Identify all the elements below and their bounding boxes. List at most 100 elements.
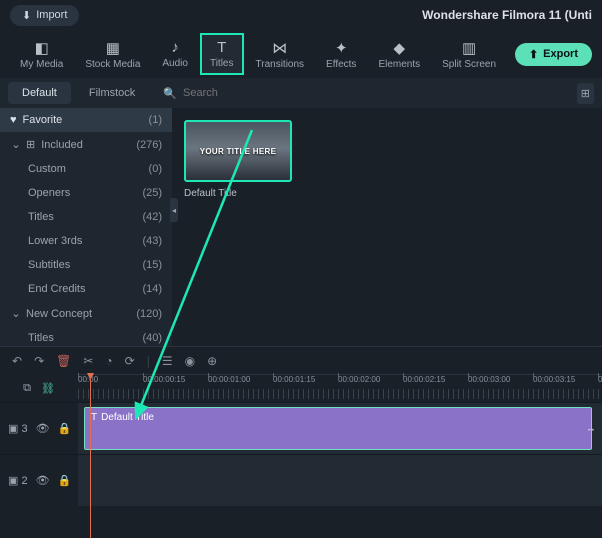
sidebar-count: (15) [142,259,162,271]
nav-icon: ⋈ [272,39,287,57]
title-thumbnail[interactable]: YOUR TITLE HERE [184,120,292,182]
export-icon: ⬆ [529,48,538,61]
subtab-default[interactable]: Default [8,82,71,104]
tick: 00:00:01:15 [273,375,315,384]
nav-label: Audio [162,58,188,69]
clip-label: Default Title [101,412,154,423]
tick: 00:00:04:00 [598,375,602,384]
track-body[interactable]: T Default Title ↔ [78,403,602,454]
ruler-left: ⧉ ⛓ [0,374,78,402]
chevron-down-icon: ⌄ [10,307,22,320]
sidebar-count: (1) [149,114,162,126]
timeline-toolbar: ↶ ↷ 🗑 ✂ ◔ ⟳ | ☰ ◉ ⊕ [0,346,602,374]
sidebar-count: (0) [149,163,162,175]
subtab-filmstock[interactable]: Filmstock [75,82,149,104]
track-body[interactable] [78,455,602,506]
nav-split-screen[interactable]: ▥ Split Screen [432,33,506,76]
trash-icon[interactable]: 🗑 [56,354,71,368]
tick: 00:00:00:15 [143,375,185,384]
nav-my-media[interactable]: ◧My Media [10,33,73,76]
nav-icon: ✦ [335,39,348,57]
nav-stock-media[interactable]: ▦Stock Media [75,33,150,76]
sidebar-count: (40) [142,332,162,344]
link-icon[interactable]: ⛓ [41,382,55,395]
redo-icon[interactable]: ↷ [34,354,44,368]
nav-audio[interactable]: ♪ Audio [152,33,198,75]
track-id-icon[interactable]: ▣ 3 [8,422,28,435]
title-clip-icon: T [91,412,97,423]
timeline-ruler-row: ⧉ ⛓ 00:0000:00:00:1500:00:01:0000:00:01:… [0,374,602,402]
import-button[interactable]: ⬇ Import [10,5,79,26]
import-icon: ⬇ [22,9,31,22]
content: ◂ YOUR TITLE HERE Default Title [172,108,602,346]
sidebar-item-new-concept[interactable]: ⌄New Concept(120) [0,301,172,326]
import-label: Import [36,9,67,21]
tick: 00:00:02:15 [403,375,445,384]
nav-label: Split Screen [442,59,496,70]
copy-icon[interactable]: ⧉ [23,382,31,395]
main: ♥Favorite(1)⌄⊞Included(276)Custom(0)Open… [0,108,602,346]
sidebar-label: Titles [28,211,142,223]
sidebar-item-openers[interactable]: Openers(25) [0,181,172,205]
sub-bar: Default Filmstock 🔍 ⊞ [0,78,602,108]
nav-label: Elements [378,59,420,70]
color-icon[interactable]: ◉ [185,354,195,368]
nav-icon: ◧ [35,39,49,57]
nav-icon: ♪ [171,39,179,56]
resize-handle[interactable]: ↔ [586,423,596,434]
split-icon[interactable]: ✂ [83,354,93,368]
search-icon: 🔍 [163,87,177,100]
lock-icon[interactable]: 🔒 [58,474,72,487]
nav-row: ◧My Media▦Stock Media ♪ Audio TTitles ⋈ Trans… [0,30,602,78]
app-title: Wondershare Filmora 11 (Unti [422,8,592,22]
sidebar-item-custom[interactable]: Custom(0) [0,157,172,181]
nav-transitions[interactable]: ⋈ Transitions [246,33,315,76]
grid-view-icon[interactable]: ⊞ [577,83,594,104]
sidebar-label: Lower 3rds [28,235,142,247]
eye-icon[interactable]: 👁 [36,474,50,487]
sidebar-item-favorite[interactable]: ♥Favorite(1) [0,108,172,132]
nav-icon: ▥ [462,39,476,57]
divider: | [147,354,150,368]
menu-icon[interactable]: ☰ [162,354,173,368]
sidebar-item-subtitles[interactable]: Subtitles(15) [0,253,172,277]
track-id-icon[interactable]: ▣ 2 [8,474,28,487]
sidebar-label: Included [41,139,136,151]
speed-icon[interactable]: ⟳ [125,354,135,368]
search-box[interactable]: 🔍 [163,87,313,100]
sidebar-item-titles[interactable]: Titles(40) [0,326,172,346]
category-icon: ♥ [10,114,17,126]
ticks-minor [78,389,602,399]
title-clip[interactable]: TDefault Title↔ [84,407,592,450]
sidebar-label: End Credits [28,283,142,295]
timer-icon[interactable]: ◔ [105,354,112,368]
nav-elements[interactable]: ◆Elements [368,33,430,76]
tick: 00:00:03:15 [533,375,575,384]
sidebar-item-lower-3rds[interactable]: Lower 3rds(43) [0,229,172,253]
collapse-handle[interactable]: ◂ [170,198,178,222]
sidebar-item-included[interactable]: ⌄⊞Included(276) [0,132,172,157]
eye-icon[interactable]: 👁 [36,422,50,435]
export-button[interactable]: ⬆ Export [515,43,592,66]
sidebar-count: (25) [142,187,162,199]
timeline-ruler[interactable]: 00:0000:00:00:1500:00:01:0000:00:01:1500… [78,374,602,402]
sidebar-count: (14) [142,283,162,295]
title-card[interactable]: YOUR TITLE HERE Default Title [184,120,292,199]
nav-titles[interactable]: TTitles [200,33,244,75]
sidebar-item-end-credits[interactable]: End Credits(14) [0,277,172,301]
sidebar-label: Custom [28,163,149,175]
search-input[interactable] [183,87,283,99]
sidebar-item-titles[interactable]: Titles(42) [0,205,172,229]
nav-effects[interactable]: ✦ Effects [316,33,366,76]
undo-icon[interactable]: ↶ [12,354,22,368]
title-thumb-text: YOUR TITLE HERE [200,147,277,156]
lock-icon[interactable]: 🔒 [58,422,72,435]
marker-icon[interactable]: ⊕ [207,354,217,368]
category-icon: ⊞ [26,138,35,151]
nav-label: Stock Media [85,59,140,70]
nav-label: Effects [326,59,356,70]
track-head: ▣ 2 👁 🔒 [0,455,78,506]
playhead[interactable] [90,375,91,538]
tick: 00:00 [78,375,98,384]
nav-label: Transitions [256,59,305,70]
